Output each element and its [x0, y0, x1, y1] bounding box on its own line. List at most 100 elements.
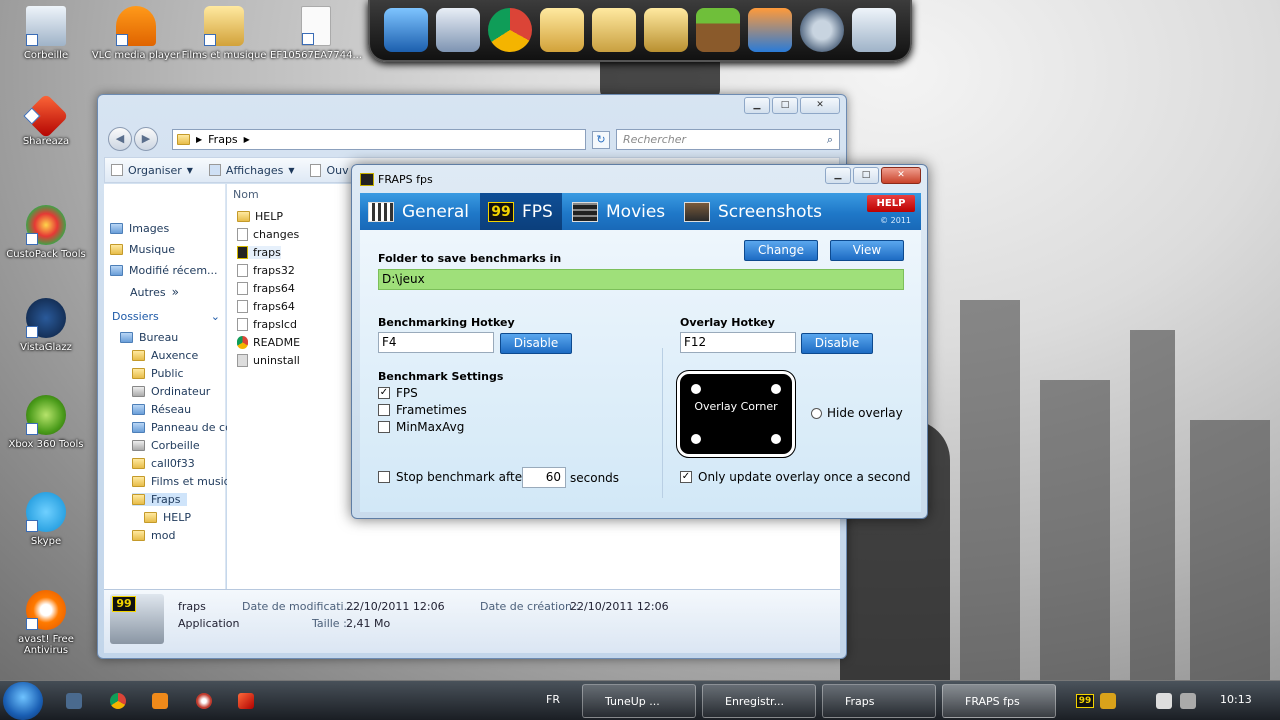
bench-disable-button[interactable]: Disable: [500, 333, 572, 354]
tree-item[interactable]: Réseau: [132, 403, 191, 416]
desktop-icon-file[interactable]: EF10567EA7744...: [270, 6, 362, 61]
list-item[interactable]: changes: [237, 228, 299, 241]
desktop-icon-recycle-bin[interactable]: Corbeille: [0, 6, 92, 61]
list-item[interactable]: fraps64: [237, 282, 295, 295]
corner-bottom-left-icon[interactable]: [691, 434, 701, 444]
tree-item[interactable]: HELP: [144, 511, 191, 524]
address-bar[interactable]: ▶ Fraps ▶: [172, 129, 586, 150]
volume-icon[interactable]: [1180, 693, 1196, 709]
minecraft-icon[interactable]: [696, 8, 740, 52]
nav-favorite-images[interactable]: Images: [110, 222, 169, 235]
nav-more[interactable]: Autres »: [130, 285, 179, 299]
desktop-icon-films[interactable]: Films et musique: [178, 6, 270, 61]
app-icon[interactable]: [196, 693, 212, 709]
desktop-icon-custopack[interactable]: CustoPack Tools: [0, 205, 92, 260]
settings-gear-icon[interactable]: [800, 8, 844, 52]
corner-bottom-right-icon[interactable]: [771, 434, 781, 444]
chrome-icon[interactable]: [488, 8, 532, 52]
views-menu[interactable]: Affichages ▼: [208, 164, 294, 177]
tab-general[interactable]: General: [360, 193, 480, 230]
tab-screenshots[interactable]: Screenshots: [676, 193, 836, 230]
taskbar-button-tuneup[interactable]: TuneUp ...: [582, 684, 696, 718]
language-indicator[interactable]: FR: [546, 693, 560, 706]
tree-item-selected[interactable]: Fraps: [132, 493, 187, 506]
tree-item-desktop[interactable]: Bureau: [120, 331, 178, 344]
nav-favorite-recent[interactable]: Modifié récem...: [110, 264, 218, 277]
corner-top-right-icon[interactable]: [771, 384, 781, 394]
tree-item[interactable]: Public: [132, 367, 184, 380]
tab-fps[interactable]: 99 FPS: [480, 193, 562, 230]
back-button[interactable]: ◀: [108, 127, 132, 151]
shareaza-icon[interactable]: [238, 693, 254, 709]
fps-checkbox[interactable]: ✓ FPS: [378, 386, 418, 400]
bench-hotkey-field[interactable]: F4: [378, 332, 494, 353]
pictures-folder-icon[interactable]: [592, 8, 636, 52]
nav-favorite-music[interactable]: Musique: [110, 243, 175, 256]
breadcrumb[interactable]: Fraps: [208, 133, 238, 146]
tree-item[interactable]: Auxence: [132, 349, 198, 362]
minmaxavg-checkbox[interactable]: MinMaxAvg: [378, 420, 464, 434]
list-item[interactable]: frapslcd: [237, 318, 297, 331]
change-button[interactable]: Change: [744, 240, 818, 261]
fraps-tray-icon[interactable]: 99: [1076, 694, 1094, 708]
only-update-checkbox[interactable]: ✓ Only update overlay once a second: [680, 470, 910, 484]
stop-seconds-field[interactable]: 60: [522, 467, 566, 488]
list-item[interactable]: fraps64: [237, 300, 295, 313]
folder-path-field[interactable]: D:\jeux: [378, 269, 904, 290]
chrome-icon[interactable]: [110, 693, 126, 709]
tree-item[interactable]: Corbeille: [132, 439, 200, 452]
close-button[interactable]: ✕: [800, 97, 840, 114]
list-item[interactable]: README: [237, 336, 300, 349]
refresh-icon[interactable]: ↻: [592, 131, 610, 149]
list-item-selected[interactable]: fraps: [237, 246, 281, 259]
hide-overlay-radio[interactable]: Hide overlay: [811, 406, 903, 420]
close-button[interactable]: ✕: [881, 167, 921, 184]
desktop-icon-xbox[interactable]: Xbox 360 Tools: [0, 395, 92, 450]
tree-item[interactable]: Films et musiq: [132, 475, 231, 488]
recycle-bin-icon[interactable]: [852, 8, 896, 52]
tree-item[interactable]: Ordinateur: [132, 385, 210, 398]
start-button[interactable]: [3, 682, 43, 720]
tree-item[interactable]: call0f33: [132, 457, 195, 470]
media-player-icon[interactable]: [748, 8, 792, 52]
clock[interactable]: 10:13: [1220, 693, 1252, 706]
list-item[interactable]: fraps32: [237, 264, 295, 277]
taskbar-button-recorder[interactable]: Enregistr...: [702, 684, 816, 718]
list-item[interactable]: HELP: [237, 210, 283, 223]
overlay-corner-selector[interactable]: Overlay Corner: [676, 370, 796, 458]
show-desktop-icon[interactable]: [66, 693, 82, 709]
help-button[interactable]: HELP: [867, 195, 915, 212]
frametimes-checkbox[interactable]: Frametimes: [378, 403, 467, 417]
media-player-icon[interactable]: [152, 693, 168, 709]
folders-heading[interactable]: Dossiers ⌄: [112, 310, 220, 323]
desktop-icon-shareaza[interactable]: Shareaza: [0, 93, 92, 147]
minimize-button[interactable]: ▁: [744, 97, 770, 114]
tree-item[interactable]: Panneau de cc: [132, 421, 231, 434]
tab-movies[interactable]: Movies: [564, 193, 674, 230]
minimize-button[interactable]: ▁: [825, 167, 851, 184]
desktop-icon-vistaglazz[interactable]: VistaGlazz: [0, 298, 92, 353]
tray-icon[interactable]: [1100, 693, 1116, 709]
open-menu[interactable]: Ouv: [310, 163, 349, 177]
taskbar-button-fraps-folder[interactable]: Fraps: [822, 684, 936, 718]
tree-item[interactable]: mod: [132, 529, 175, 542]
network-tray-icon[interactable]: [1156, 693, 1172, 709]
column-header-name[interactable]: Nom: [233, 188, 259, 201]
search-input[interactable]: Rechercher ⌕: [616, 129, 840, 150]
list-item[interactable]: uninstall: [237, 354, 300, 367]
computer-icon[interactable]: [384, 8, 428, 52]
overlay-hotkey-field[interactable]: F12: [680, 332, 796, 353]
desktop-icon-skype[interactable]: Skype: [0, 492, 92, 547]
view-button[interactable]: View: [830, 240, 904, 261]
documents-folder-icon[interactable]: [540, 8, 584, 52]
music-folder-icon[interactable]: [644, 8, 688, 52]
network-icon[interactable]: [436, 8, 480, 52]
organize-menu[interactable]: Organiser ▼: [111, 164, 193, 177]
maximize-button[interactable]: □: [853, 167, 879, 184]
stop-benchmark-checkbox[interactable]: Stop benchmark after: [378, 470, 527, 484]
desktop-icon-vlc[interactable]: VLC media player: [90, 6, 182, 61]
overlay-disable-button[interactable]: Disable: [801, 333, 873, 354]
taskbar-button-fraps-fps[interactable]: FRAPS fps: [942, 684, 1056, 718]
forward-button[interactable]: ▶: [134, 127, 158, 151]
desktop-icon-avast[interactable]: avast! Free Antivirus: [0, 590, 92, 656]
